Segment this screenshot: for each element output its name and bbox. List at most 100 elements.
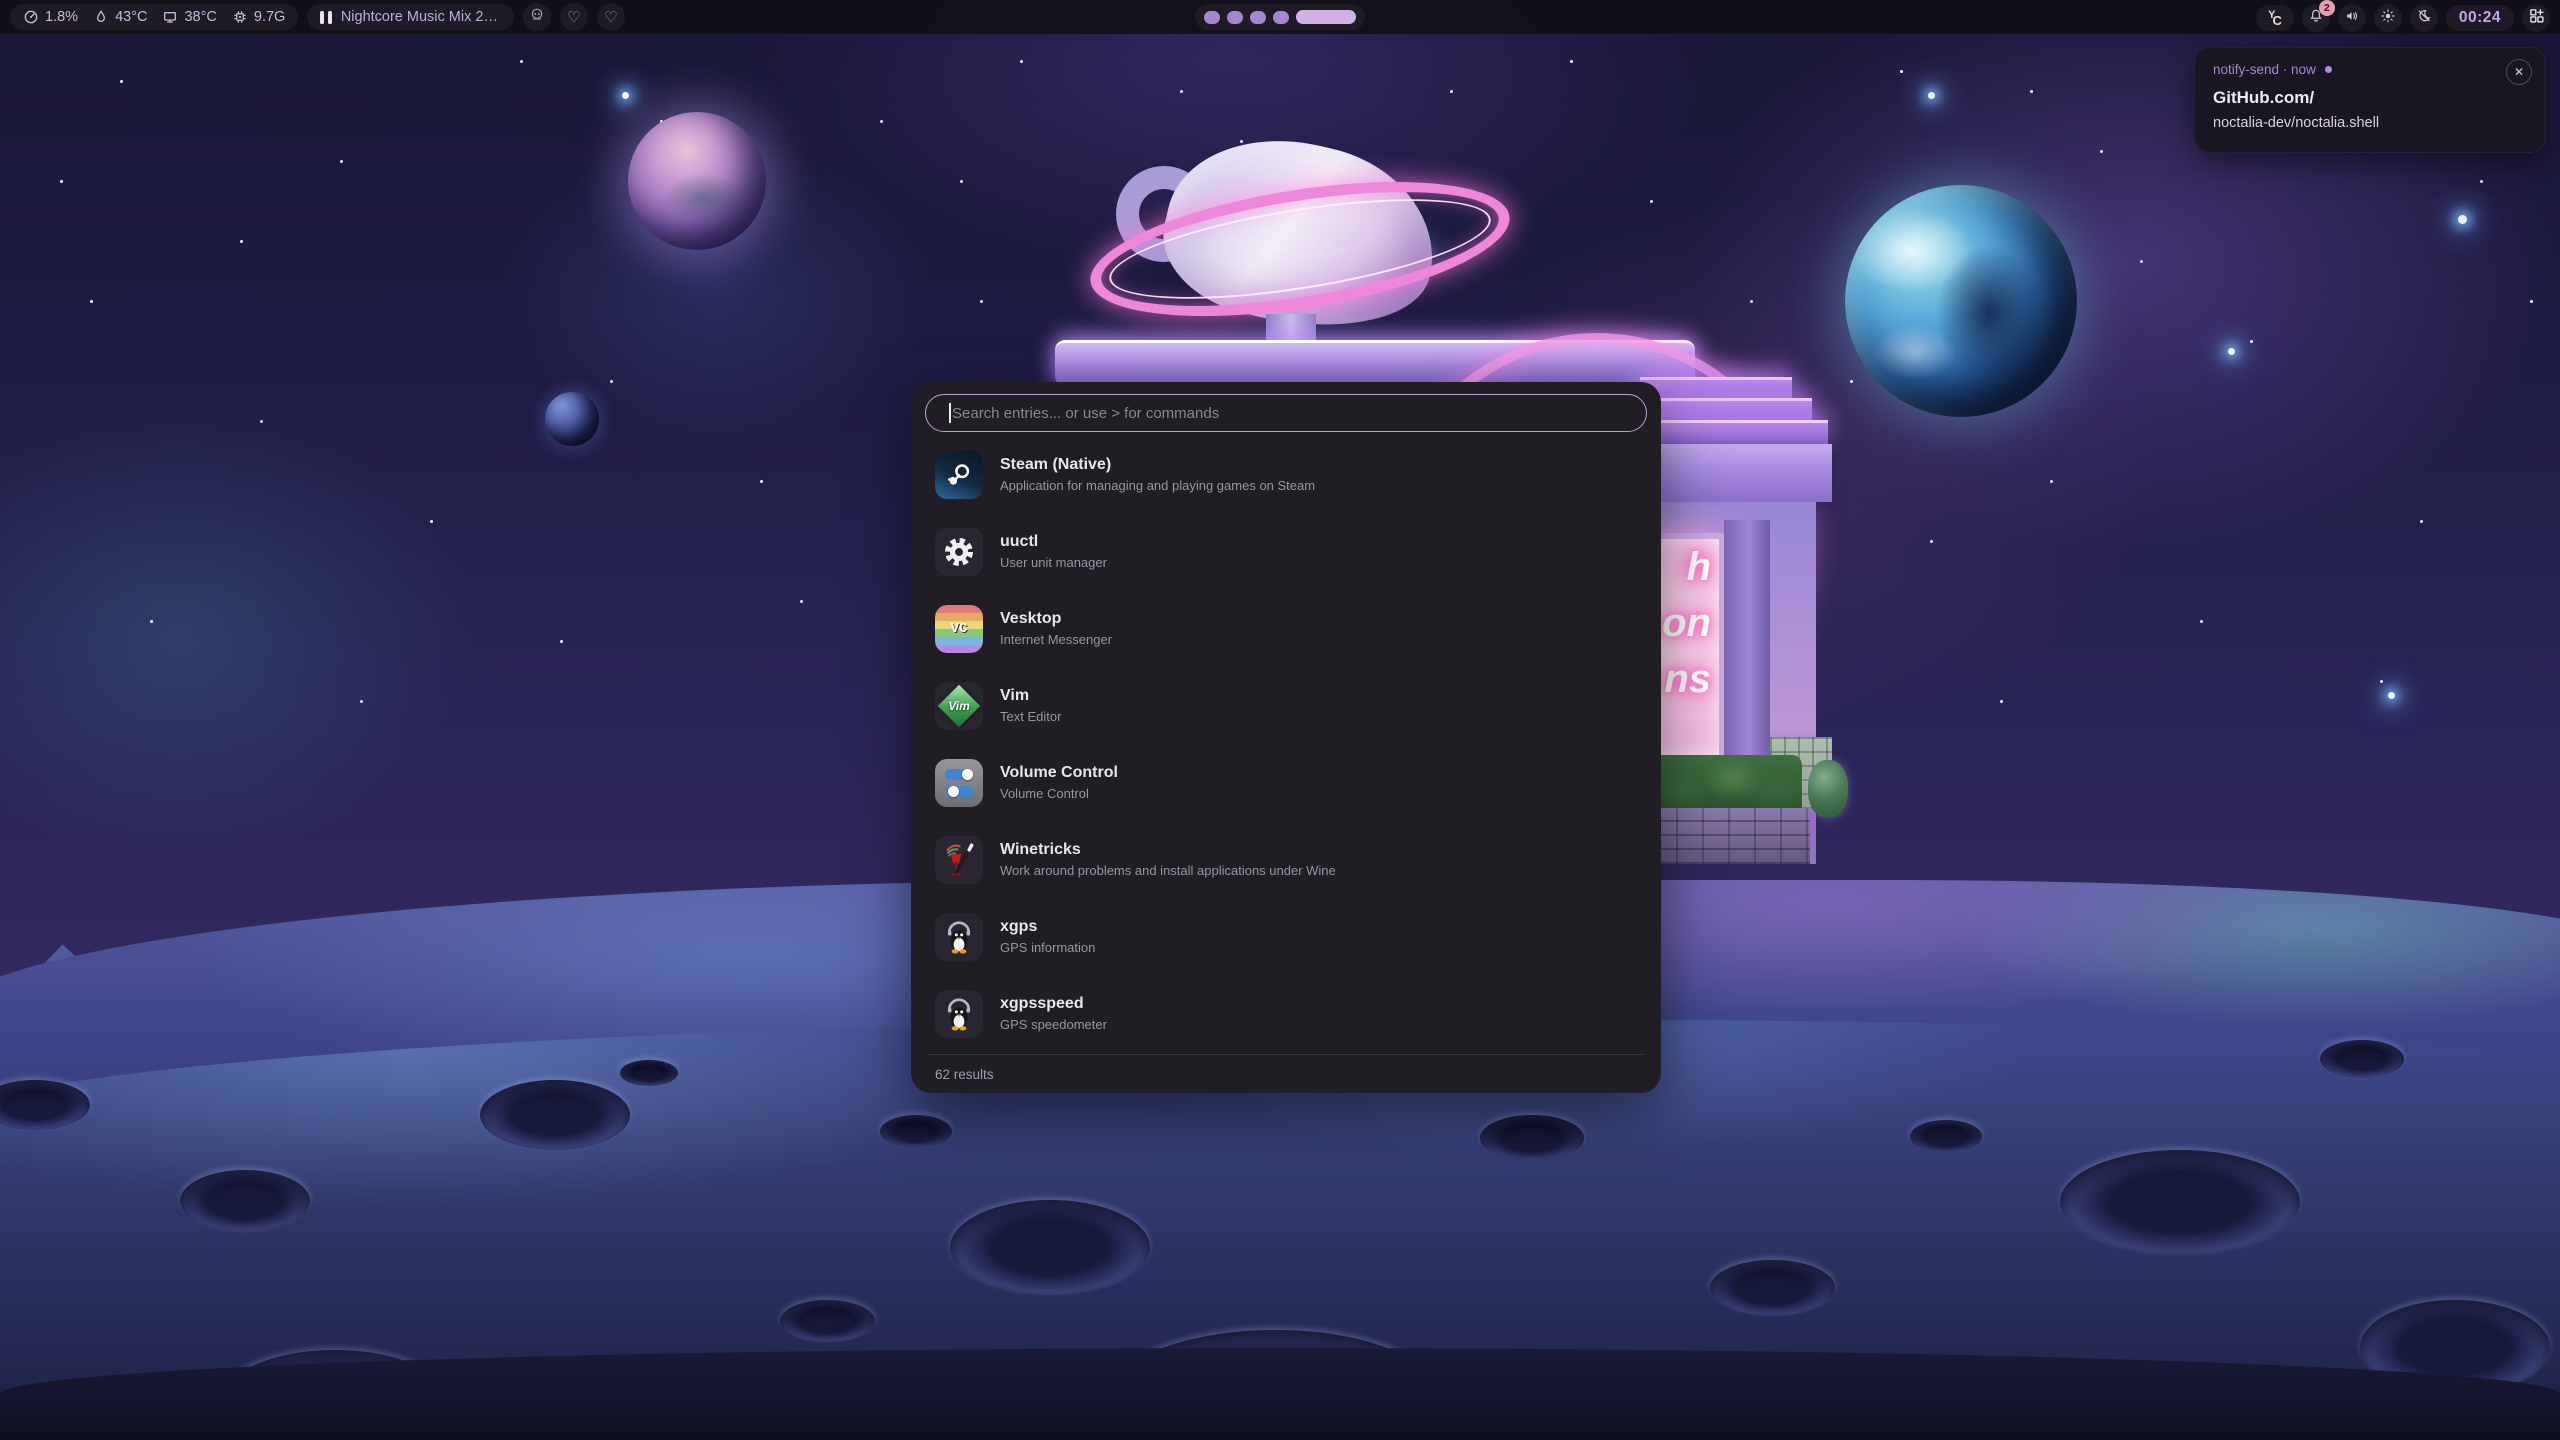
list-item-xgps[interactable]: xgps GPS information (925, 898, 1647, 975)
memory-value: 9.7G (254, 9, 285, 25)
speaker-icon (2344, 8, 2360, 29)
system-tray[interactable]: Y C (2256, 5, 2294, 31)
search-bar (925, 394, 1647, 432)
workspace-indicator[interactable] (1195, 4, 1365, 30)
workspace-dot-1[interactable] (1204, 11, 1220, 24)
workspace-dot-2[interactable] (1227, 11, 1243, 24)
toggle-track (945, 769, 973, 780)
vesktop-icon-text: VC (951, 621, 968, 637)
grid-plus-icon (2528, 7, 2545, 29)
item-description: Volume Control (1000, 786, 1118, 801)
item-title: Vim (1000, 687, 1061, 705)
desktop: h on ns 1.8% (0, 0, 2560, 1440)
cpu-temp-stat: 43°C (93, 9, 147, 25)
top-bar-right: Y C 2 00:24 (2256, 4, 2550, 32)
bright-star (2228, 348, 2235, 355)
list-item-winetricks[interactable]: Winetricks Work around problems and inst… (925, 821, 1647, 898)
list-item-xgpsspeed[interactable]: xgpsspeed GPS speedometer (925, 975, 1647, 1052)
bright-star (1928, 92, 1935, 99)
item-description: Application for managing and playing gam… (1000, 478, 1315, 493)
skull-icon-button[interactable] (523, 3, 551, 31)
bright-star (2458, 215, 2467, 224)
list-item-uuctl[interactable]: uuctl User unit manager (925, 513, 1647, 590)
tux-icon (935, 913, 983, 961)
tux-icon (935, 990, 983, 1038)
crater (880, 1115, 952, 1148)
list-item-volume-control[interactable]: Volume Control Volume Control (925, 744, 1647, 821)
item-description: Internet Messenger (1000, 632, 1112, 647)
app-launcher: Steam (Native) Application for managing … (911, 382, 1661, 1093)
vim-icon: Vim (935, 682, 983, 730)
gear-icon (935, 528, 983, 576)
item-title: Volume Control (1000, 764, 1118, 782)
earth-planet (1845, 185, 2077, 417)
purple-planet (628, 112, 766, 250)
gpu-temp-value: 38°C (184, 9, 216, 25)
item-description: Text Editor (1000, 709, 1061, 724)
crater (620, 1060, 678, 1086)
item-description: GPS information (1000, 940, 1095, 955)
top-bar: 1.8% 43°C 38°C 9.7G Nightcore Music Mix … (0, 0, 2560, 34)
heart-icon: ♡ (567, 10, 580, 25)
crater (2060, 1150, 2300, 1255)
pause-icon (320, 11, 332, 24)
display-temp-icon (162, 9, 178, 25)
unread-dot (2325, 66, 2332, 73)
heart-icon: ♡ (604, 10, 617, 25)
list-item-steam[interactable]: Steam (Native) Application for managing … (925, 436, 1647, 513)
media-title: Nightcore Music Mix 20... (341, 9, 501, 25)
results-list: Steam (Native) Application for managing … (925, 436, 1647, 1052)
text-caret (949, 403, 951, 423)
notification-body: noctalia-dev/noctalia.shell (2213, 115, 2527, 131)
cpu-usage-stat: 1.8% (23, 9, 78, 25)
item-description: Work around problems and install applica… (1000, 863, 1336, 878)
list-item-vesktop[interactable]: VC Vesktop Internet Messenger (925, 590, 1647, 667)
winetricks-icon (935, 836, 983, 884)
workspace-dot-3[interactable] (1250, 11, 1266, 24)
brightness-button[interactable] (2374, 4, 2402, 32)
heart-icon-button[interactable]: ♡ (597, 3, 625, 31)
system-stats-widget[interactable]: 1.8% 43°C 38°C 9.7G (10, 4, 298, 30)
list-item-vim[interactable]: Vim Vim Text Editor (925, 667, 1647, 744)
skull-icon (529, 7, 545, 28)
top-bar-left: 1.8% 43°C 38°C 9.7G Nightcore Music Mix … (10, 3, 625, 31)
media-player-widget[interactable]: Nightcore Music Mix 20... (307, 4, 514, 30)
workspace-dot-4[interactable] (1273, 11, 1289, 24)
notification-badge: 2 (2319, 0, 2335, 16)
crater (1710, 1260, 1835, 1316)
item-title: Vesktop (1000, 610, 1112, 628)
notification-title: GitHub.com/ (2213, 88, 2527, 108)
search-input[interactable] (925, 394, 1647, 432)
crater (2320, 1040, 2404, 1078)
do-not-disturb-button[interactable] (2410, 4, 2438, 32)
heart-icon-button[interactable]: ♡ (560, 3, 588, 31)
moon-surface-shadow (0, 1348, 2560, 1440)
clock[interactable]: 00:24 (2446, 5, 2514, 31)
volume-button[interactable] (2338, 4, 2366, 32)
bright-star (2388, 692, 2395, 699)
crater (950, 1200, 1150, 1295)
temperature-icon (93, 9, 109, 25)
notifications-button[interactable]: 2 (2302, 4, 2330, 32)
app-launcher-button[interactable] (2522, 4, 2550, 32)
moon-slash-icon (2416, 8, 2432, 29)
crater (480, 1080, 630, 1150)
memory-stat: 9.7G (232, 9, 285, 25)
item-title: uuctl (1000, 533, 1107, 551)
vim-icon-text: Vim (948, 699, 970, 713)
notification-close-button[interactable]: ✕ (2506, 59, 2532, 85)
notification-card[interactable]: notify-send · now ✕ GitHub.com/ noctalia… (2194, 47, 2546, 153)
item-title: xgpsspeed (1000, 995, 1107, 1013)
toggle-track (945, 786, 973, 797)
notification-app-time: notify-send · now (2213, 62, 2316, 77)
item-description: GPS speedometer (1000, 1017, 1107, 1032)
crater (0, 1080, 90, 1130)
notification-header: notify-send · now (2213, 62, 2527, 77)
crater (1910, 1120, 1982, 1153)
crater (780, 1300, 875, 1342)
building-roof-step (1640, 377, 1792, 398)
workspace-active-pill[interactable] (1296, 10, 1356, 24)
small-planet (545, 392, 599, 446)
sun-icon (2380, 8, 2396, 29)
item-title: Winetricks (1000, 841, 1336, 859)
